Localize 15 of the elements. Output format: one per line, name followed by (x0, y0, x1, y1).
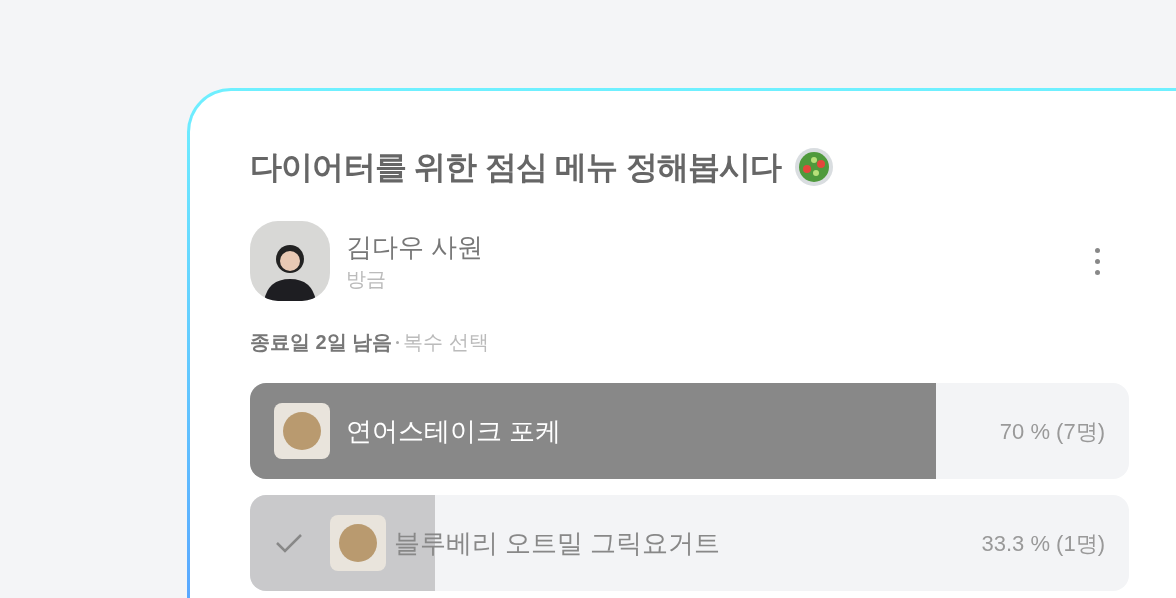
food-photo-placeholder (330, 515, 386, 571)
vote-result: 70 % (7명) (999, 417, 1105, 446)
poll-option[interactable]: 연어스테이크 포케 70 % (7명) (250, 383, 1129, 479)
poll-option[interactable]: 블루베리 오트밀 그릭요거트 33.3 % (1명) (250, 495, 1129, 591)
vote-result: 33.3 % (1명) (981, 529, 1105, 558)
deadline-text: 종료일 2일 남음 (250, 330, 393, 355)
poll-title: 다이어터를 위한 점심 메뉴 정해봅시다 (250, 148, 782, 187)
post-time: 방금 (346, 267, 387, 292)
food-photo-placeholder (274, 403, 330, 459)
author-name: 김다우 사원 (346, 231, 484, 264)
selection-mode: 복수 선택 (403, 330, 489, 355)
dot-separator (396, 340, 400, 344)
option-label: 블루베리 오트밀 그릭요거트 (394, 526, 721, 560)
option-label: 연어스테이크 포케 (346, 414, 562, 448)
salad-icon (793, 147, 834, 187)
